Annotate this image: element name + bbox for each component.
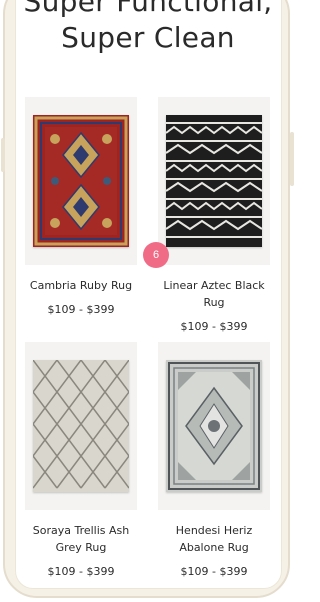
product-name[interactable]: Hendesi Heriz Abalone Rug [158,522,270,556]
product-price: $109 - $399 [47,303,115,316]
product-name[interactable]: Soraya Trellis Ash Grey Rug [25,522,137,556]
product-price: $109 - $399 [180,565,248,578]
headline-line-1: Super Functional, [23,0,273,18]
product-name[interactable]: Cambria Ruby Rug [25,277,137,294]
product-price: $109 - $399 [47,565,115,578]
section-headline: Super Functional, Super Clean [16,0,280,56]
product-card-hendesi-heriz[interactable]: Hendesi Heriz Abalone Rug $109 - $399 [158,342,270,579]
cart-count-badge[interactable]: 6 [143,242,169,268]
headline-line-2: Super Clean [61,21,235,54]
product-image[interactable] [25,342,137,510]
product-card-soraya-trellis[interactable]: Soraya Trellis Ash Grey Rug $109 - $399 [25,342,137,579]
product-price: $109 - $399 [180,320,248,333]
product-card-linear-aztec-black[interactable]: Linear Aztec Black Rug $109 - $399 [158,97,270,334]
product-card-cambria-ruby[interactable]: Cambria Ruby Rug $109 - $399 [25,97,137,317]
product-image[interactable] [158,97,270,265]
side-button-right [290,132,294,186]
product-screen[interactable]: Super Functional, Super Clean Cambria Ru… [16,0,280,588]
product-name[interactable]: Linear Aztec Black Rug [158,277,270,311]
rug-image [33,115,129,247]
rug-image [33,360,129,492]
product-image[interactable] [158,342,270,510]
rug-image [166,115,262,247]
product-image[interactable] [25,97,137,265]
side-button-left [1,138,5,172]
rug-image [166,360,262,492]
